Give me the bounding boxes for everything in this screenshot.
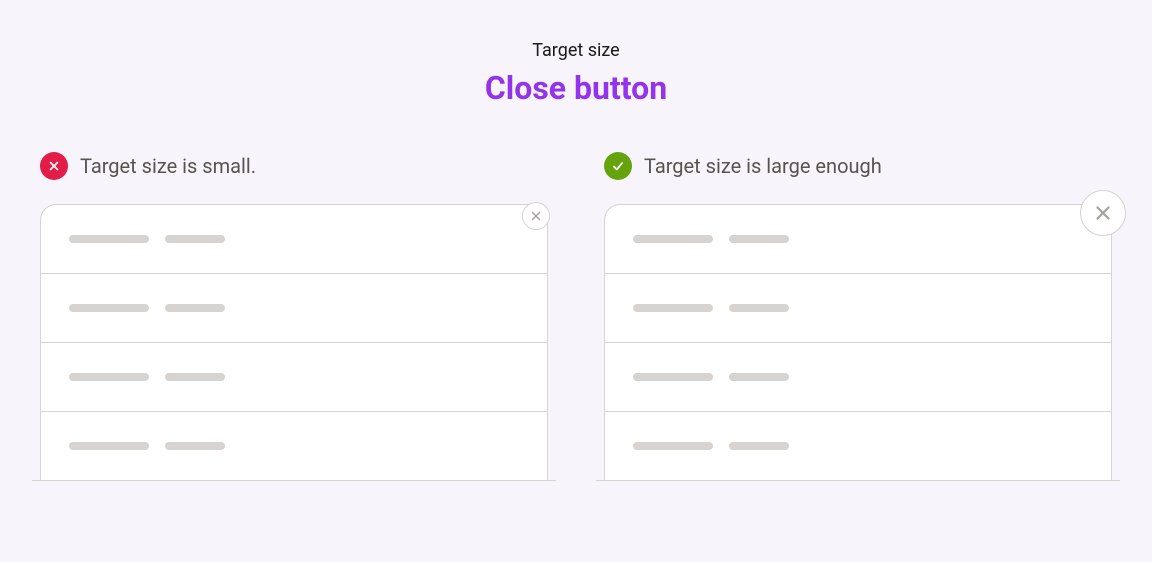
list-item xyxy=(605,205,1111,274)
placeholder-bar xyxy=(633,373,713,381)
check-icon xyxy=(604,152,632,180)
placeholder-bar xyxy=(69,373,149,381)
overline-text: Target size xyxy=(40,40,1112,61)
card-good xyxy=(604,204,1112,480)
list-item xyxy=(605,274,1111,343)
example-bad-label: Target size is small. xyxy=(80,154,256,178)
example-bad: Target size is small. xyxy=(40,152,548,481)
example-good: Target size is large enough xyxy=(604,152,1112,481)
example-good-label: Target size is large enough xyxy=(644,154,882,178)
placeholder-bar xyxy=(729,235,789,243)
placeholder-bar xyxy=(165,442,225,450)
header: Target size Close button xyxy=(40,40,1112,107)
placeholder-bar xyxy=(729,304,789,312)
examples-row: Target size is small. xyxy=(40,152,1112,481)
placeholder-bar xyxy=(633,442,713,450)
card-wrapper-good xyxy=(604,204,1112,481)
placeholder-bar xyxy=(165,373,225,381)
placeholder-bar xyxy=(633,235,713,243)
placeholder-bar xyxy=(69,235,149,243)
list-item xyxy=(605,343,1111,412)
diagram-container: Target size Close button Target size is … xyxy=(0,0,1152,481)
close-button-large[interactable] xyxy=(1080,190,1126,236)
example-bad-header: Target size is small. xyxy=(40,152,548,180)
baseline xyxy=(596,480,1120,481)
example-good-header: Target size is large enough xyxy=(604,152,1112,180)
close-button-small[interactable] xyxy=(522,202,550,230)
card-bad xyxy=(40,204,548,480)
list-item xyxy=(41,412,547,480)
baseline xyxy=(32,480,556,481)
placeholder-bar xyxy=(729,373,789,381)
placeholder-bar xyxy=(69,304,149,312)
page-title: Close button xyxy=(40,69,1112,107)
placeholder-bar xyxy=(165,304,225,312)
placeholder-bar xyxy=(165,235,225,243)
list-item xyxy=(41,274,547,343)
placeholder-bar xyxy=(69,442,149,450)
card-wrapper-bad xyxy=(40,204,548,481)
placeholder-bar xyxy=(633,304,713,312)
list-item xyxy=(605,412,1111,480)
list-item xyxy=(41,205,547,274)
list-item xyxy=(41,343,547,412)
error-icon xyxy=(40,152,68,180)
placeholder-bar xyxy=(729,442,789,450)
